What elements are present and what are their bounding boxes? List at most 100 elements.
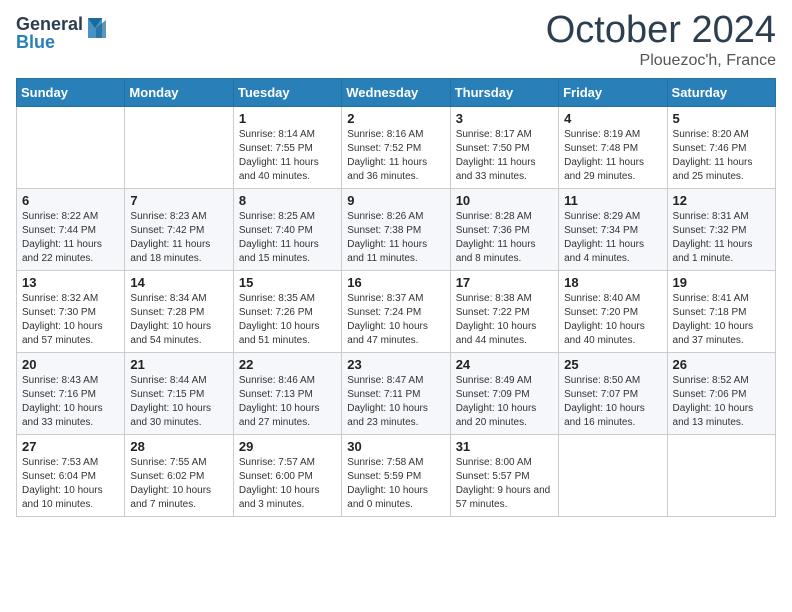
weekday-header: Friday: [559, 78, 667, 106]
header: General Blue October 2024 Plouezoc'h, Fr…: [16, 10, 776, 70]
cell-sun-info: Sunrise: 8:26 AMSunset: 7:38 PMDaylight:…: [347, 210, 444, 266]
day-number: 15: [239, 275, 336, 290]
calendar-cell: 29Sunrise: 7:57 AMSunset: 6:00 PMDayligh…: [233, 434, 341, 516]
day-number: 4: [564, 111, 661, 126]
cell-sun-info: Sunrise: 8:19 AMSunset: 7:48 PMDaylight:…: [564, 128, 661, 184]
cell-sun-info: Sunrise: 7:53 AMSunset: 6:04 PMDaylight:…: [22, 456, 119, 512]
weekday-header-row: SundayMondayTuesdayWednesdayThursdayFrid…: [17, 78, 776, 106]
day-number: 23: [347, 357, 444, 372]
day-number: 6: [22, 193, 119, 208]
cell-sun-info: Sunrise: 8:40 AMSunset: 7:20 PMDaylight:…: [564, 292, 661, 348]
cell-sun-info: Sunrise: 8:37 AMSunset: 7:24 PMDaylight:…: [347, 292, 444, 348]
day-number: 19: [673, 275, 770, 290]
cell-sun-info: Sunrise: 8:17 AMSunset: 7:50 PMDaylight:…: [456, 128, 553, 184]
day-number: 26: [673, 357, 770, 372]
calendar-cell: 28 Sunrise: 7:55 AMSunset: 6:02 PMDayligh…: [125, 434, 233, 516]
cell-sun-info: Sunrise: 8:52 AMSunset: 7:06 PMDaylight:…: [673, 374, 770, 430]
day-number: 10: [456, 193, 553, 208]
day-number: 2: [347, 111, 444, 126]
calendar-cell: 6 Sunrise: 8:22 AMSunset: 7:44 PMDaylight…: [17, 188, 125, 270]
calendar-cell: [559, 434, 667, 516]
cell-sun-info: Sunrise: 8:50 AMSunset: 7:07 PMDaylight:…: [564, 374, 661, 430]
calendar-cell: 25 Sunrise: 8:50 AMSunset: 7:07 PMDayligh…: [559, 352, 667, 434]
logo-area: General Blue: [16, 10, 106, 59]
day-number: 27: [22, 439, 119, 454]
calendar-cell: 7 Sunrise: 8:23 AMSunset: 7:42 PMDaylight…: [125, 188, 233, 270]
calendar-cell: [17, 106, 125, 188]
calendar-cell: 12 Sunrise: 8:31 AMSunset: 7:32 PMDayligh…: [667, 188, 775, 270]
calendar-week-row: 1 Sunrise: 8:14 AMSunset: 7:55 PMDaylight…: [17, 106, 776, 188]
calendar-cell: 9 Sunrise: 8:26 AMSunset: 7:38 PMDaylight…: [342, 188, 450, 270]
cell-sun-info: Sunrise: 8:43 AMSunset: 7:16 PMDaylight:…: [22, 374, 119, 430]
calendar-cell: 8 Sunrise: 8:25 AMSunset: 7:40 PMDaylight…: [233, 188, 341, 270]
calendar-cell: 2 Sunrise: 8:16 AMSunset: 7:52 PMDaylight…: [342, 106, 450, 188]
cell-sun-info: Sunrise: 8:20 AMSunset: 7:46 PMDaylight:…: [673, 128, 770, 184]
weekday-header: Wednesday: [342, 78, 450, 106]
calendar-cell: 18 Sunrise: 8:40 AMSunset: 7:20 PMDayligh…: [559, 270, 667, 352]
weekday-header: Monday: [125, 78, 233, 106]
day-number: 1: [239, 111, 336, 126]
calendar-cell: 30 Sunrise: 7:58 AMSunset: 5:59 PMDayligh…: [342, 434, 450, 516]
day-number: 12: [673, 193, 770, 208]
day-number: 22: [239, 357, 336, 372]
day-number: 14: [130, 275, 227, 290]
cell-sun-info: Sunrise: 8:47 AMSunset: 7:11 PMDaylight:…: [347, 374, 444, 430]
cell-sun-info: Sunrise: 8:34 AMSunset: 7:28 PMDaylight:…: [130, 292, 227, 348]
day-number: 20: [22, 357, 119, 372]
logo: General Blue: [16, 10, 106, 59]
calendar-cell: [667, 434, 775, 516]
day-number: 11: [564, 193, 661, 208]
cell-sun-info: Sunrise: 8:44 AMSunset: 7:15 PMDaylight:…: [130, 374, 227, 430]
calendar-week-row: 13Sunrise: 8:32 AMSunset: 7:30 PMDayligh…: [17, 270, 776, 352]
calendar-cell: 26 Sunrise: 8:52 AMSunset: 7:06 PMDayligh…: [667, 352, 775, 434]
cell-sun-info: Sunrise: 8:25 AMSunset: 7:40 PMDaylight:…: [239, 210, 336, 266]
calendar-cell: 11 Sunrise: 8:29 AMSunset: 7:34 PMDayligh…: [559, 188, 667, 270]
day-number: 7: [130, 193, 227, 208]
calendar-week-row: 6 Sunrise: 8:22 AMSunset: 7:44 PMDaylight…: [17, 188, 776, 270]
cell-sun-info: Sunrise: 8:23 AMSunset: 7:42 PMDaylight:…: [130, 210, 227, 266]
month-title: October 2024: [546, 10, 776, 52]
weekday-header: Thursday: [450, 78, 558, 106]
day-number: 25: [564, 357, 661, 372]
calendar-cell: 4 Sunrise: 8:19 AMSunset: 7:48 PMDaylight…: [559, 106, 667, 188]
cell-sun-info: Sunrise: 8:00 AMSunset: 5:57 PMDaylight:…: [456, 456, 553, 512]
calendar-cell: [125, 106, 233, 188]
cell-sun-info: Sunrise: 8:22 AMSunset: 7:44 PMDaylight:…: [22, 210, 119, 266]
cell-sun-info: Sunrise: 8:14 AMSunset: 7:55 PMDaylight:…: [239, 128, 336, 184]
calendar-cell: 16 Sunrise: 8:37 AMSunset: 7:24 PMDayligh…: [342, 270, 450, 352]
calendar-cell: 19 Sunrise: 8:41 AMSunset: 7:18 PMDayligh…: [667, 270, 775, 352]
day-number: 17: [456, 275, 553, 290]
day-number: 18: [564, 275, 661, 290]
calendar-week-row: 20 Sunrise: 8:43 AMSunset: 7:16 PMDayligh…: [17, 352, 776, 434]
weekday-header: Sunday: [17, 78, 125, 106]
day-number: 30: [347, 439, 444, 454]
cell-sun-info: Sunrise: 8:31 AMSunset: 7:32 PMDaylight:…: [673, 210, 770, 266]
cell-sun-info: Sunrise: 7:55 AMSunset: 6:02 PMDaylight:…: [130, 456, 227, 512]
cell-sun-info: Sunrise: 8:38 AMSunset: 7:22 PMDaylight:…: [456, 292, 553, 348]
cell-sun-info: Sunrise: 8:41 AMSunset: 7:18 PMDaylight:…: [673, 292, 770, 348]
cell-sun-info: Sunrise: 8:46 AMSunset: 7:13 PMDaylight:…: [239, 374, 336, 430]
cell-sun-info: Sunrise: 8:28 AMSunset: 7:36 PMDaylight:…: [456, 210, 553, 266]
cell-sun-info: Sunrise: 7:57 AMSunset: 6:00 PMDaylight:…: [239, 456, 336, 512]
day-number: 31: [456, 439, 553, 454]
day-number: 16: [347, 275, 444, 290]
calendar-cell: 13Sunrise: 8:32 AMSunset: 7:30 PMDayligh…: [17, 270, 125, 352]
day-number: 24: [456, 357, 553, 372]
calendar-cell: 14 Sunrise: 8:34 AMSunset: 7:28 PMDayligh…: [125, 270, 233, 352]
day-number: 8: [239, 193, 336, 208]
cell-sun-info: Sunrise: 8:29 AMSunset: 7:34 PMDaylight:…: [564, 210, 661, 266]
svg-text:General: General: [16, 14, 83, 34]
cell-sun-info: Sunrise: 7:58 AMSunset: 5:59 PMDaylight:…: [347, 456, 444, 512]
day-number: 21: [130, 357, 227, 372]
calendar-cell: 22 Sunrise: 8:46 AMSunset: 7:13 PMDayligh…: [233, 352, 341, 434]
page: General Blue October 2024 Plouezoc'h, Fr…: [0, 0, 792, 612]
day-number: 9: [347, 193, 444, 208]
title-area: October 2024 Plouezoc'h, France: [546, 10, 776, 70]
svg-text:Blue: Blue: [16, 32, 55, 52]
calendar-cell: 1 Sunrise: 8:14 AMSunset: 7:55 PMDaylight…: [233, 106, 341, 188]
day-number: 28: [130, 439, 227, 454]
calendar-cell: 15Sunrise: 8:35 AMSunset: 7:26 PMDayligh…: [233, 270, 341, 352]
calendar-cell: 5Sunrise: 8:20 AMSunset: 7:46 PMDaylight…: [667, 106, 775, 188]
cell-sun-info: Sunrise: 8:16 AMSunset: 7:52 PMDaylight:…: [347, 128, 444, 184]
location-title: Plouezoc'h, France: [546, 52, 776, 70]
